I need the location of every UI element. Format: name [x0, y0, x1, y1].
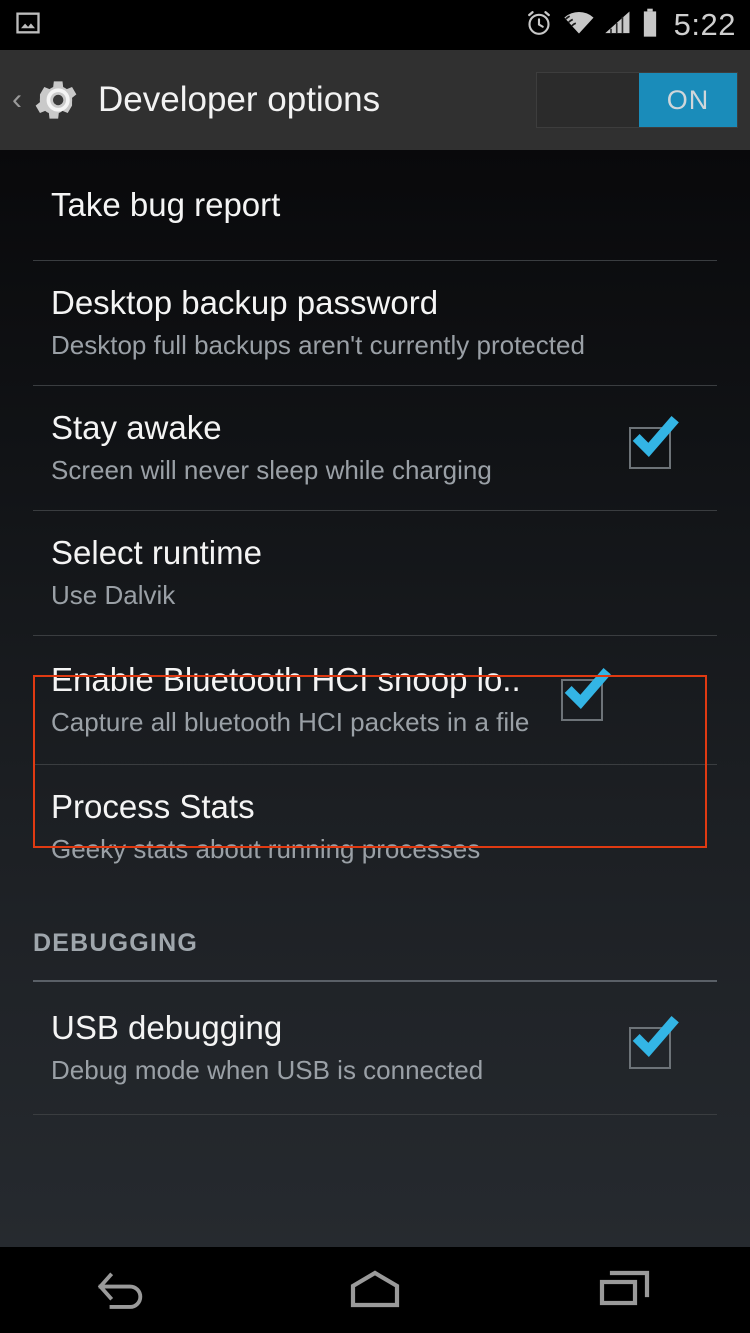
developer-options-master-switch[interactable]: ON: [536, 72, 738, 128]
page-title: Developer options: [98, 80, 381, 119]
alarm-clock-icon: [524, 8, 554, 43]
status-bar-clock: 5:22: [673, 7, 736, 42]
status-bar-system-icons: 5:22: [524, 7, 736, 43]
action-bar: ‹ Developer options ON: [0, 50, 750, 150]
checkmark-icon: [627, 1013, 681, 1072]
nav-back-button[interactable]: [0, 1247, 250, 1333]
navigation-bar: [0, 1247, 750, 1333]
gear-icon: [28, 72, 84, 128]
status-bar-notifications: [14, 9, 42, 42]
checkmark-icon: [627, 413, 681, 472]
list-item-subtitle: Geeky stats about running processes: [51, 834, 481, 865]
back-chevron-icon[interactable]: ‹: [6, 85, 28, 115]
list-item-subtitle: Capture all bluetooth HCI packets in a f…: [51, 707, 530, 738]
screenshot-image-icon: [14, 9, 42, 42]
nav-recents-button[interactable]: [500, 1247, 750, 1333]
list-item-title: Select runtime: [51, 534, 262, 572]
android-screen: 5:22 ‹ Developer options ON Take bug rep…: [0, 0, 750, 1333]
cellular-signal-icon: [604, 10, 632, 41]
checkbox-stay-awake[interactable]: [629, 416, 679, 471]
list-item-subtitle: Debug mode when USB is connected: [51, 1055, 484, 1086]
wifi-icon: [563, 10, 595, 41]
list-item-title: [51, 1163, 701, 1175]
status-bar: 5:22: [0, 0, 750, 50]
list-item-title: Take bug report: [51, 185, 281, 223]
settings-list[interactable]: Take bug report Desktop backup password …: [0, 150, 750, 1247]
battery-icon: [641, 8, 659, 43]
switch-thumb-label: ON: [639, 73, 737, 127]
checkmark-icon: [559, 665, 613, 724]
list-item[interactable]: Take bug report: [0, 150, 750, 260]
checkbox-bluetooth-hci-snoop-log[interactable]: [561, 668, 611, 723]
list-item-subtitle: Use Dalvik: [51, 580, 176, 611]
checkbox-usb-debugging[interactable]: [629, 1016, 679, 1071]
list-item-bluetooth-hci-snoop-log[interactable]: Enable Bluetooth HCI snoop lo.. Capture …: [0, 636, 750, 764]
list-item-usb-debugging[interactable]: USB debugging Debug mode when USB is con…: [0, 982, 750, 1114]
nav-home-button[interactable]: [250, 1247, 500, 1333]
list-item-title: USB debugging: [51, 1009, 283, 1047]
list-item[interactable]: Stay awake Screen will never sleep while…: [0, 386, 750, 510]
list-item[interactable]: Process Stats Geeky stats about running …: [0, 765, 750, 889]
list-item[interactable]: Desktop backup password Desktop full bac…: [0, 261, 750, 385]
list-item-title: Enable Bluetooth HCI snoop lo..: [51, 661, 521, 699]
list-item-partial[interactable]: [0, 1115, 750, 1175]
list-item-title: Desktop backup password: [51, 284, 439, 321]
section-label: DEBUGGING: [33, 929, 198, 958]
home-icon: [344, 1266, 406, 1315]
recents-icon: [594, 1266, 656, 1315]
list-item-subtitle: Desktop full backups aren't currently pr…: [51, 330, 585, 361]
section-header-debugging: DEBUGGING: [0, 889, 750, 968]
list-item[interactable]: Select runtime Use Dalvik: [0, 511, 750, 635]
list-item-title: Process Stats: [51, 788, 255, 826]
back-icon: [94, 1266, 156, 1315]
list-item-subtitle: Screen will never sleep while charging: [51, 455, 492, 486]
list-item-title: Stay awake: [51, 409, 222, 447]
